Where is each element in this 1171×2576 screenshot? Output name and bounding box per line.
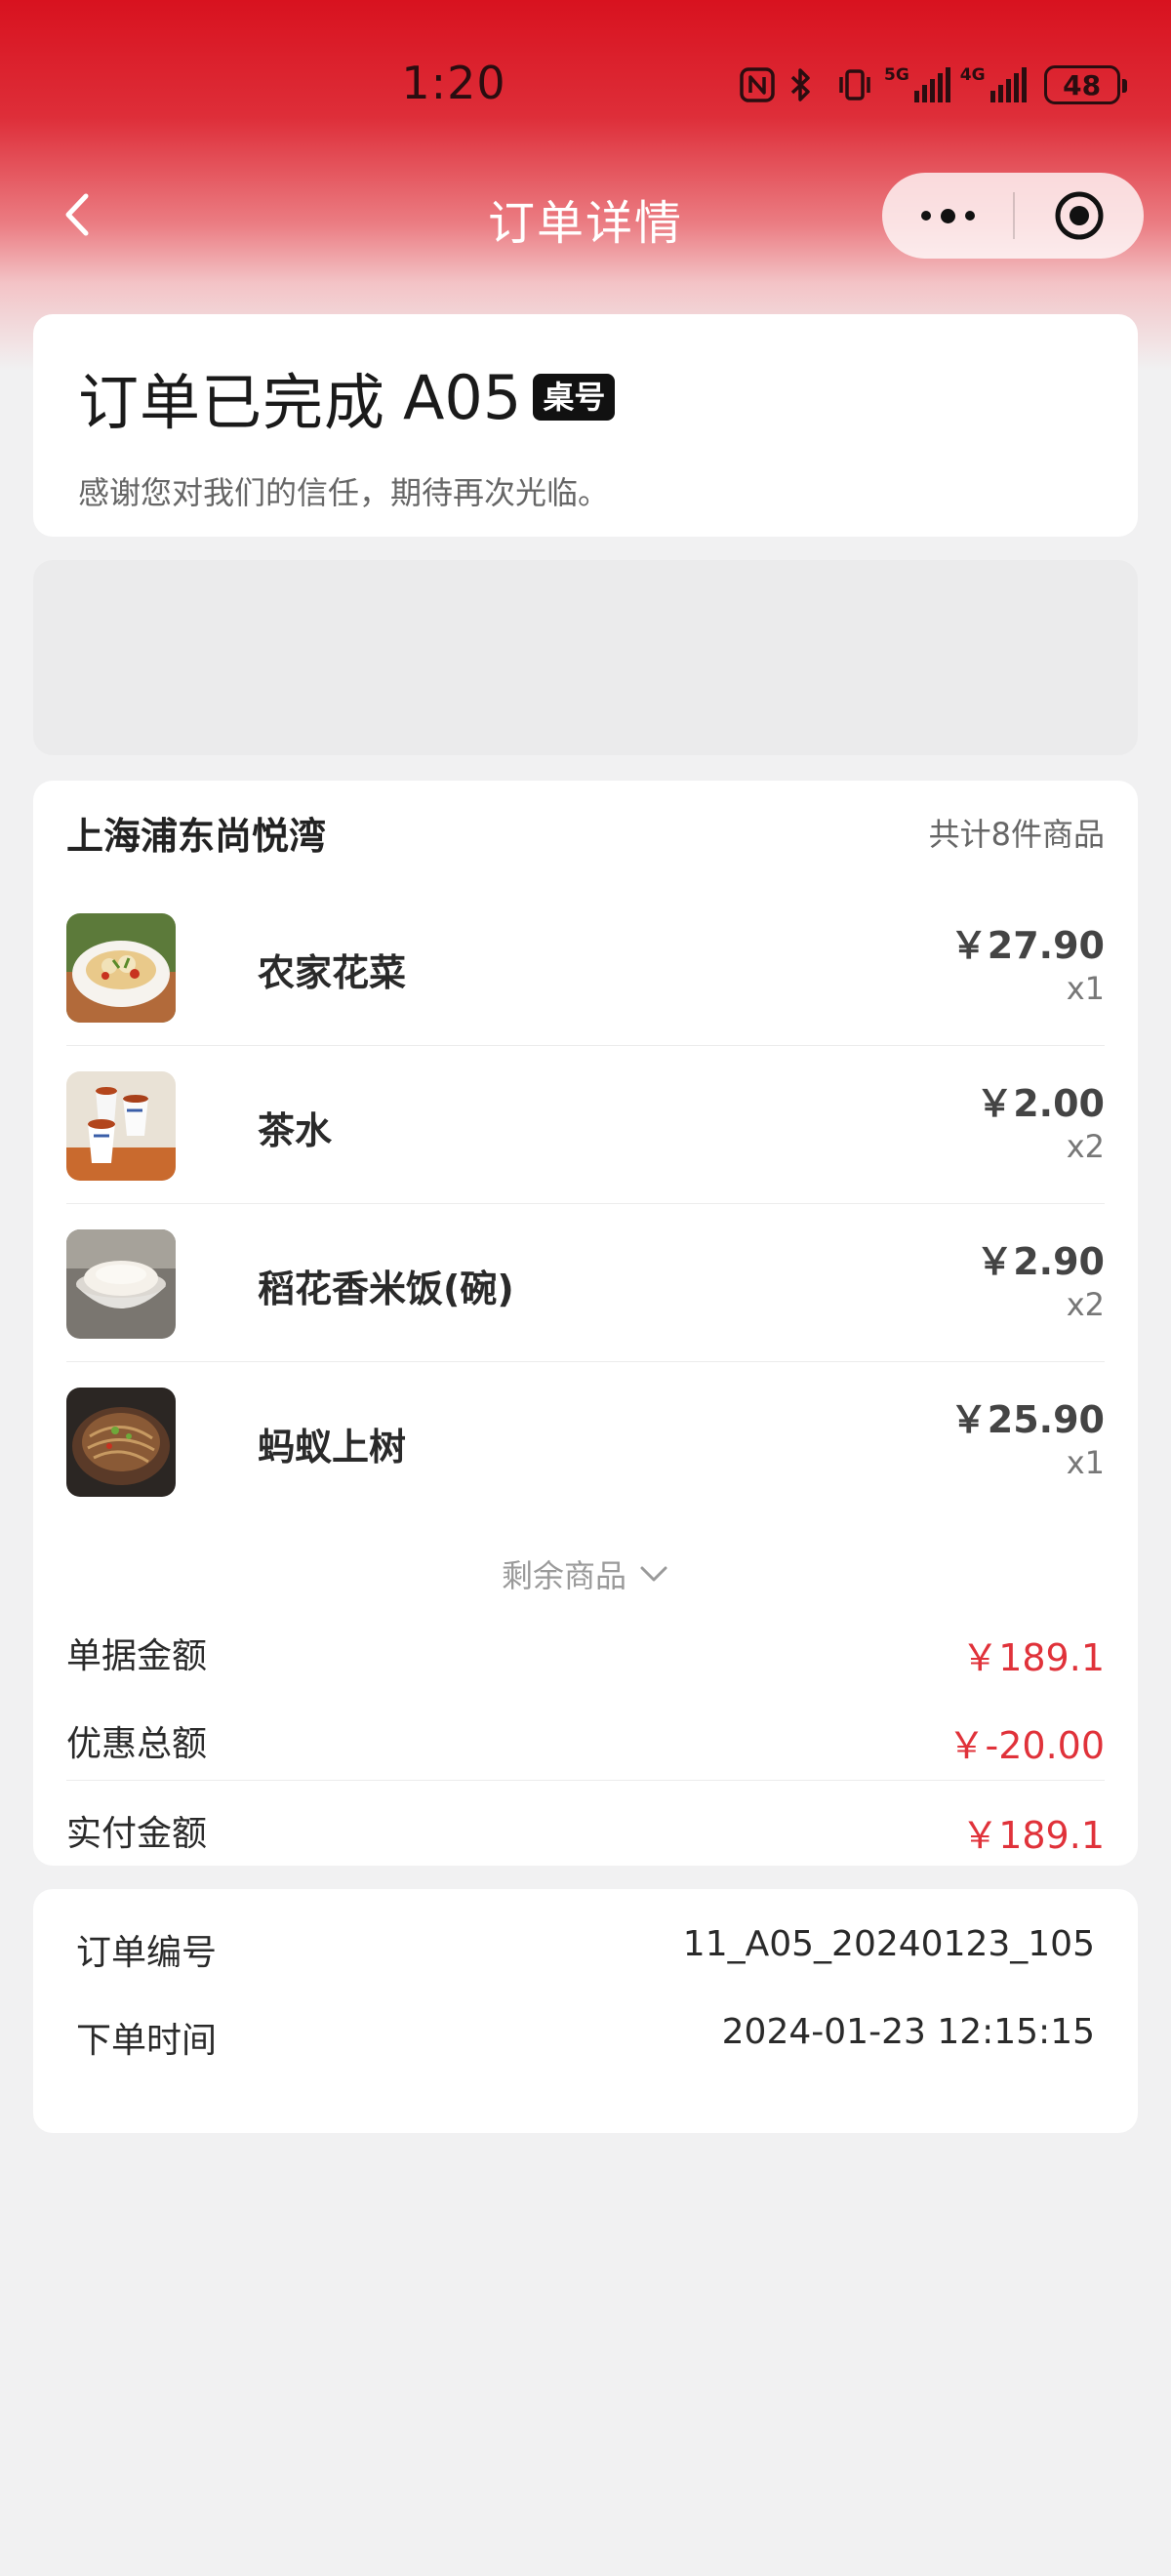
discount-label: 优惠总额 [66,1724,208,1764]
item-price: ￥2.00 [976,1082,1105,1125]
nav-bar: 订单详情 [0,171,1171,259]
paid-amount-label: 实付金额 [66,1814,208,1854]
item-price: ￥25.90 [949,1398,1105,1441]
order-info-card: 订单编号 11_A05_20240123_105 下单时间 2024-01-23… [33,1889,1138,2133]
more-items-label: 剩余商品 [501,1557,626,1594]
discount-row: 优惠总额 ￥-20.00 [66,1706,1105,1774]
status-icons: 5G 4G 48 [738,60,1127,109]
network-4g-label: 4G [959,65,986,85]
order-number-value: 11_A05_20240123_105 [682,1924,1095,1964]
item-quantity: x2 [1066,1286,1105,1323]
more-items-toggle[interactable]: 剩余商品 [33,1551,1138,1596]
item-quantity: x2 [1066,1128,1105,1165]
bluetooth-icon [787,65,826,104]
vibrate-icon [835,65,874,104]
bill-amount-row: 单据金额 ￥189.1 [66,1618,1105,1686]
chevron-down-icon [640,1566,667,1582]
summary-divider [66,1780,1105,1781]
list-item[interactable]: 农家花菜 ￥27.90 x1 [66,888,1105,1046]
order-time-row: 下单时间 2024-01-23 12:15:15 [76,2012,1114,2071]
order-number-row: 订单编号 11_A05_20240123_105 [76,1924,1114,1983]
item-name: 农家花菜 [258,951,407,994]
order-status-text: 订单已完成 [78,367,386,438]
item-count: 共计8件商品 [928,816,1105,853]
signal-4g-icon: 4G [960,67,1027,102]
mini-program-capsule [882,173,1144,259]
order-detail-page: 1:20 5G 4G 48 订单详情 订单已完成 A05 桌号 感谢您对我们的信… [0,0,1171,2576]
close-button[interactable] [1015,173,1144,259]
more-button[interactable] [882,173,1013,259]
bill-amount-label: 单据金额 [66,1636,208,1676]
bill-amount-value: ￥189.1 [961,1636,1105,1679]
target-close-icon [1055,191,1104,240]
blank-placeholder-card [33,560,1138,755]
network-5g-label: 5G [884,65,909,85]
table-badge: 桌号 [533,374,616,421]
vermicelli-dish-icon [66,1388,176,1497]
list-item[interactable]: 稻花香米饭(碗) ￥2.90 x2 [66,1204,1105,1362]
item-name: 稻花香米饭(碗) [258,1268,514,1310]
status-bar: 1:20 5G 4G 48 [0,0,1171,171]
item-price: ￥2.90 [976,1240,1105,1283]
cauliflower-dish-icon [66,913,176,1023]
item-name: 蚂蚁上树 [258,1426,407,1469]
order-status-title: 订单已完成 A05 桌号 [78,353,616,441]
order-status-card: 订单已完成 A05 桌号 感谢您对我们的信任，期待再次光临。 [33,314,1138,537]
item-price: ￥27.90 [949,924,1105,967]
order-number-label: 订单编号 [76,1933,218,1973]
item-quantity: x1 [1066,1444,1105,1481]
list-item[interactable]: 茶水 ￥2.00 x2 [66,1046,1105,1204]
order-time-label: 下单时间 [76,2021,218,2061]
list-item[interactable]: 蚂蚁上树 ￥25.90 x1 [66,1362,1105,1520]
store-name: 上海浦东尚悦湾 [66,815,327,858]
signal-5g-icon: 5G [884,67,950,102]
order-time-value: 2024-01-23 12:15:15 [721,2012,1095,2052]
paid-amount-value: ￥189.1 [961,1814,1105,1857]
order-items-card: 上海浦东尚悦湾 共计8件商品 农家花菜 ￥27.90 x1 茶水 ￥2.00 x… [33,781,1138,1866]
nfc-icon [738,65,777,104]
battery-icon: 48 [1043,65,1127,104]
item-name: 茶水 [258,1109,333,1152]
table-number: A05 [403,361,522,433]
rice-bowl-icon [66,1229,176,1339]
thank-you-text: 感谢您对我们的信任，期待再次光临。 [78,474,610,511]
tea-cups-icon [66,1071,176,1181]
paid-amount-row: 实付金额 ￥189.1 [66,1795,1105,1864]
discount-value: ￥-20.00 [948,1724,1106,1767]
status-time: 1:20 [401,57,506,109]
item-quantity: x1 [1066,970,1105,1007]
